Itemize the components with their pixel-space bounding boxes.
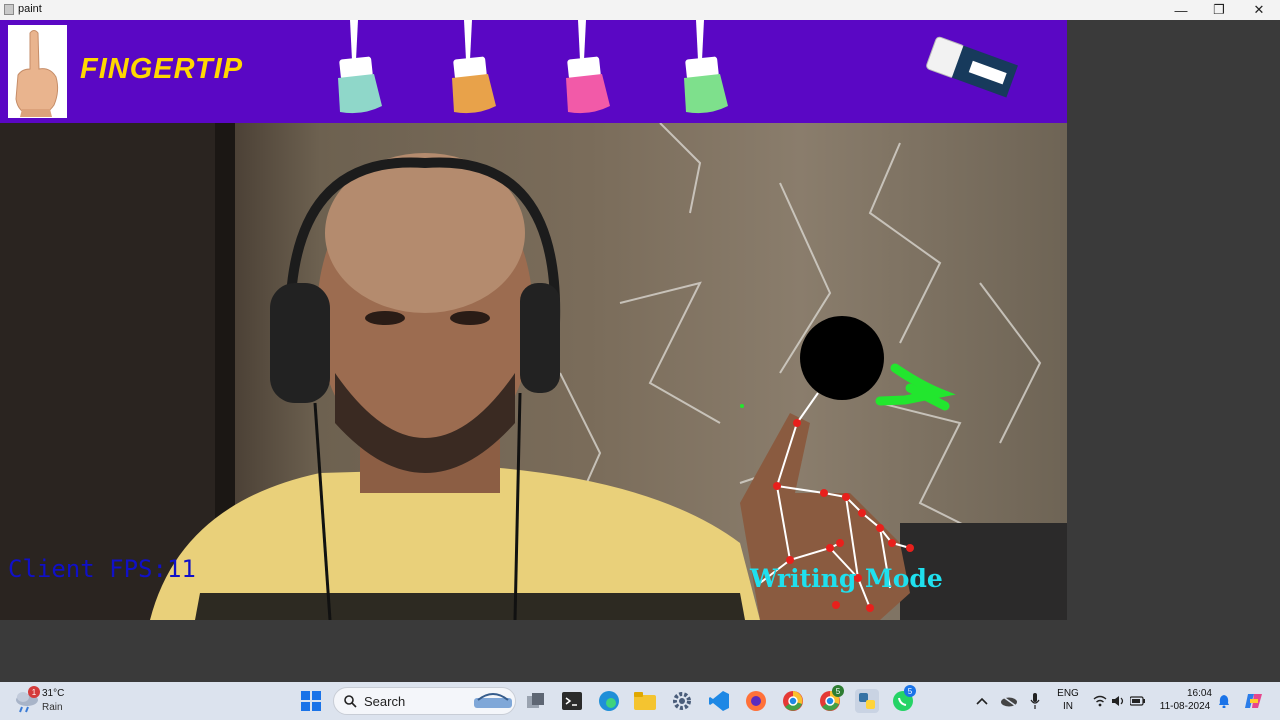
tray-chevron-up-icon[interactable] <box>970 689 994 713</box>
language-region: IN <box>1063 701 1073 712</box>
firefox-icon[interactable] <box>744 689 768 713</box>
camera-feed: Client FPS:11 Writing Mode <box>0 123 1067 620</box>
brush-pink-icon[interactable] <box>560 20 620 120</box>
clock-time: 16:04 <box>1186 688 1212 699</box>
fps-overlay-text: Client FPS:11 <box>8 555 196 583</box>
brush-cursor-circle <box>800 316 884 400</box>
search-highlight-icon <box>474 693 512 708</box>
brush-orange-icon[interactable] <box>446 20 506 120</box>
mode-overlay-text: Writing Mode <box>750 564 943 593</box>
chrome-badge: 5 <box>832 685 844 697</box>
desktop-background <box>1067 20 1280 682</box>
chrome-icon[interactable] <box>781 689 805 713</box>
brush-teal-icon[interactable] <box>332 20 392 120</box>
fingertip-logo-image <box>8 25 67 118</box>
edge-browser-icon[interactable] <box>597 689 621 713</box>
green-drawing-stroke <box>875 363 956 411</box>
file-explorer-icon[interactable] <box>633 689 657 713</box>
settings-gear-icon[interactable] <box>670 689 694 713</box>
taskbar-search-box[interactable]: Search <box>333 687 516 715</box>
brand-title: FINGERTIP <box>80 53 244 85</box>
language-indicator[interactable]: ENG IN <box>1053 688 1083 712</box>
taskbar: 1 31°C Rain Search 5 5 ENG IN 16:04 11-0… <box>0 682 1280 720</box>
eraser-icon[interactable] <box>922 32 1022 107</box>
python-app-icon[interactable] <box>855 689 879 713</box>
weather-widget[interactable]: 1 31°C Rain <box>14 686 64 719</box>
microphone-icon[interactable] <box>1023 689 1047 713</box>
language-code: ENG <box>1057 688 1079 699</box>
clock[interactable]: 16:04 11-08-2024 <box>1155 688 1215 712</box>
whatsapp-icon[interactable]: 5 <box>891 685 916 713</box>
clock-date: 11-08-2024 <box>1159 701 1211 712</box>
search-label: Search <box>364 694 406 709</box>
terminal-icon[interactable] <box>560 689 584 713</box>
battery-icon[interactable] <box>1126 689 1150 713</box>
task-view-icon[interactable] <box>524 689 548 713</box>
vscode-icon[interactable] <box>707 689 731 713</box>
window-title-bar: paint — ❐ ✕ <box>0 0 1280 21</box>
app-window-icon <box>4 4 14 15</box>
color-toolbar: FINGERTIP <box>0 20 1067 123</box>
weather-temperature: 31°C <box>42 688 65 699</box>
cloud-sync-icon[interactable] <box>997 689 1021 713</box>
window-title: paint <box>18 3 42 15</box>
notification-bell-icon[interactable] <box>1212 689 1236 713</box>
minimize-button[interactable]: — <box>1162 0 1200 20</box>
weather-badge: 1 <box>28 686 40 698</box>
windows-start-icon[interactable] <box>299 689 323 713</box>
search-icon <box>344 695 357 708</box>
chrome-profile-icon[interactable]: 5 <box>818 685 844 713</box>
copilot-icon[interactable] <box>1242 689 1266 713</box>
whatsapp-badge: 5 <box>904 685 916 697</box>
brush-green-icon[interactable] <box>678 20 738 120</box>
paint-app-canvas: FINGERTIP Client FPS:11 Writing Mode <box>0 20 1067 620</box>
close-button[interactable]: ✕ <box>1240 0 1278 20</box>
weather-condition: Rain <box>42 702 63 713</box>
maximize-button[interactable]: ❐ <box>1200 0 1238 20</box>
